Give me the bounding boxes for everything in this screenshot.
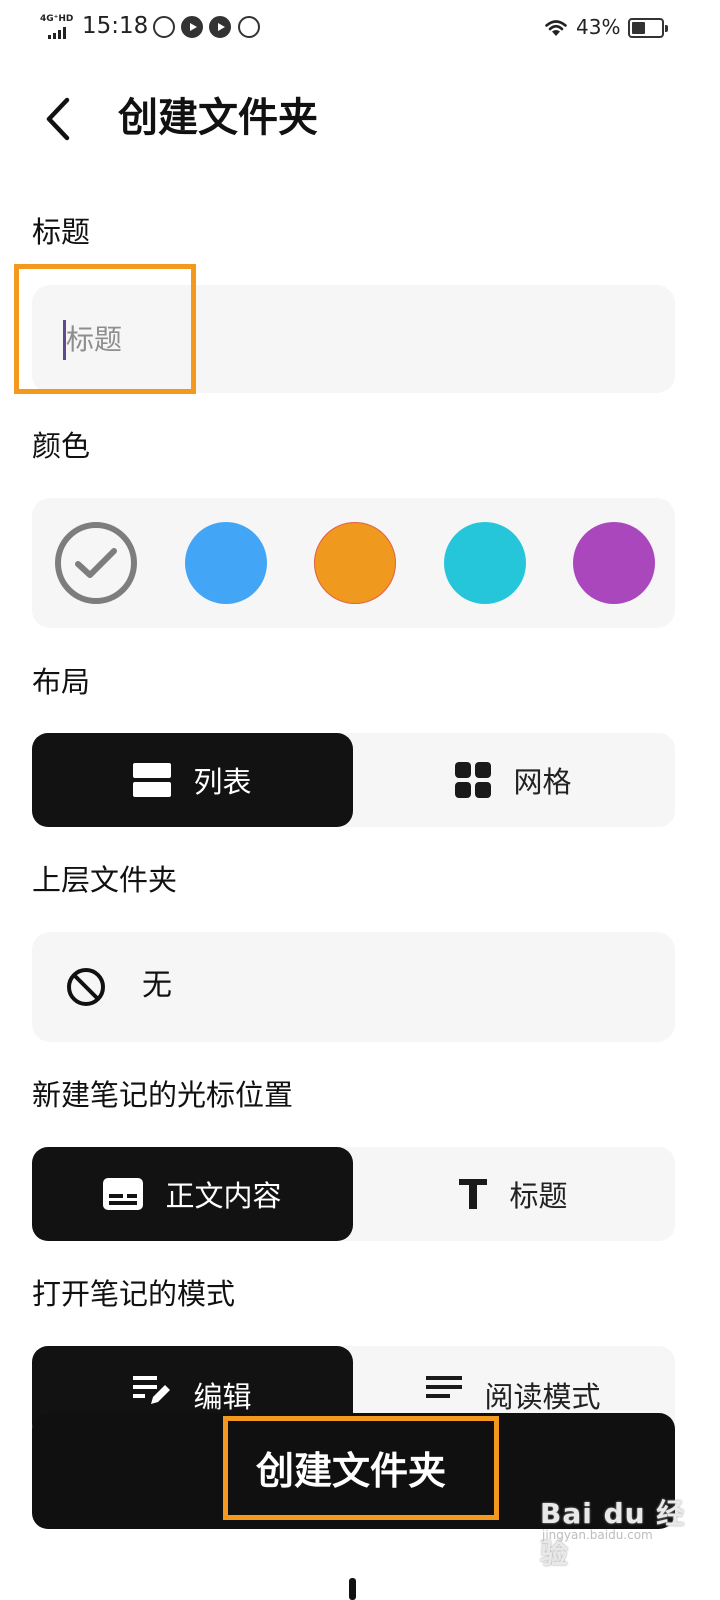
video-app-icon <box>209 16 231 38</box>
grid-layout-icon <box>455 762 492 798</box>
network-type: 4G⁺HD <box>40 14 74 24</box>
cursor-option-body-label: 正文内容 <box>165 1179 282 1213</box>
layout-option-grid-label: 网格 <box>513 765 572 799</box>
cursor-position-section-label: 新建笔记的光标位置 <box>32 1078 294 1112</box>
cursor-position-segmented-control: 正文内容 标题 <box>32 1147 675 1241</box>
status-bar: 4G⁺HD 15:18 43% <box>0 0 720 56</box>
baidu-jingyan-watermark: Bai du 经验 jingyan.baidu.com <box>540 1492 710 1570</box>
layout-option-grid[interactable]: 网格 <box>353 733 674 827</box>
title-input[interactable] <box>32 285 675 393</box>
back-button[interactable] <box>34 92 82 146</box>
text-cursor <box>63 320 66 360</box>
cursor-option-body[interactable]: 正文内容 <box>32 1147 353 1241</box>
battery-percentage: 43% <box>576 15 621 39</box>
parent-folder-section-label: 上层文件夹 <box>32 863 178 897</box>
checkmark-icon <box>75 548 117 578</box>
cursor-option-title[interactable]: 标题 <box>353 1147 674 1241</box>
cellular-signal-icon: 4G⁺HD <box>40 14 76 40</box>
open-mode-option-read-label: 阅读模式 <box>484 1380 601 1414</box>
layout-section-label: 布局 <box>32 665 91 699</box>
cursor-option-title-label: 标题 <box>509 1179 568 1213</box>
navigation-indicator <box>349 1578 356 1600</box>
notification-app-icon <box>153 16 175 38</box>
layout-option-list[interactable]: 列表 <box>32 733 353 827</box>
color-swatch-blue[interactable] <box>185 522 267 604</box>
open-mode-option-edit-label: 编辑 <box>193 1380 252 1414</box>
sync-app-icon <box>238 16 260 38</box>
create-folder-button-label: 创建文件夹 <box>256 1449 447 1493</box>
page-title: 创建文件夹 <box>118 95 318 141</box>
body-text-icon <box>103 1178 144 1210</box>
chevron-left-icon <box>46 97 70 141</box>
layout-segmented-control: 列表 网格 <box>32 733 675 827</box>
parent-folder-value: 无 <box>142 968 172 1003</box>
watermark-url: jingyan.baidu.com <box>542 1528 653 1542</box>
title-section-label: 标题 <box>32 215 91 249</box>
open-mode-section-label: 打开笔记的模式 <box>32 1277 236 1311</box>
layout-option-list-label: 列表 <box>193 765 252 799</box>
no-entry-icon <box>66 967 106 1011</box>
color-swatch-grey-selected[interactable] <box>55 522 137 604</box>
wifi-icon <box>545 20 567 36</box>
list-layout-icon <box>133 763 172 797</box>
parent-folder-selector[interactable]: 无 <box>32 932 675 1042</box>
status-time: 15:18 <box>82 13 149 39</box>
color-swatch-purple[interactable] <box>573 522 655 604</box>
read-mode-icon <box>426 1374 463 1400</box>
color-section-label: 颜色 <box>32 429 91 463</box>
color-swatch-cyan[interactable] <box>444 522 526 604</box>
title-t-icon <box>459 1179 488 1209</box>
color-swatch-orange[interactable] <box>314 522 396 604</box>
edit-icon <box>133 1374 171 1406</box>
video-app-icon <box>181 16 203 38</box>
battery-icon <box>628 18 668 38</box>
